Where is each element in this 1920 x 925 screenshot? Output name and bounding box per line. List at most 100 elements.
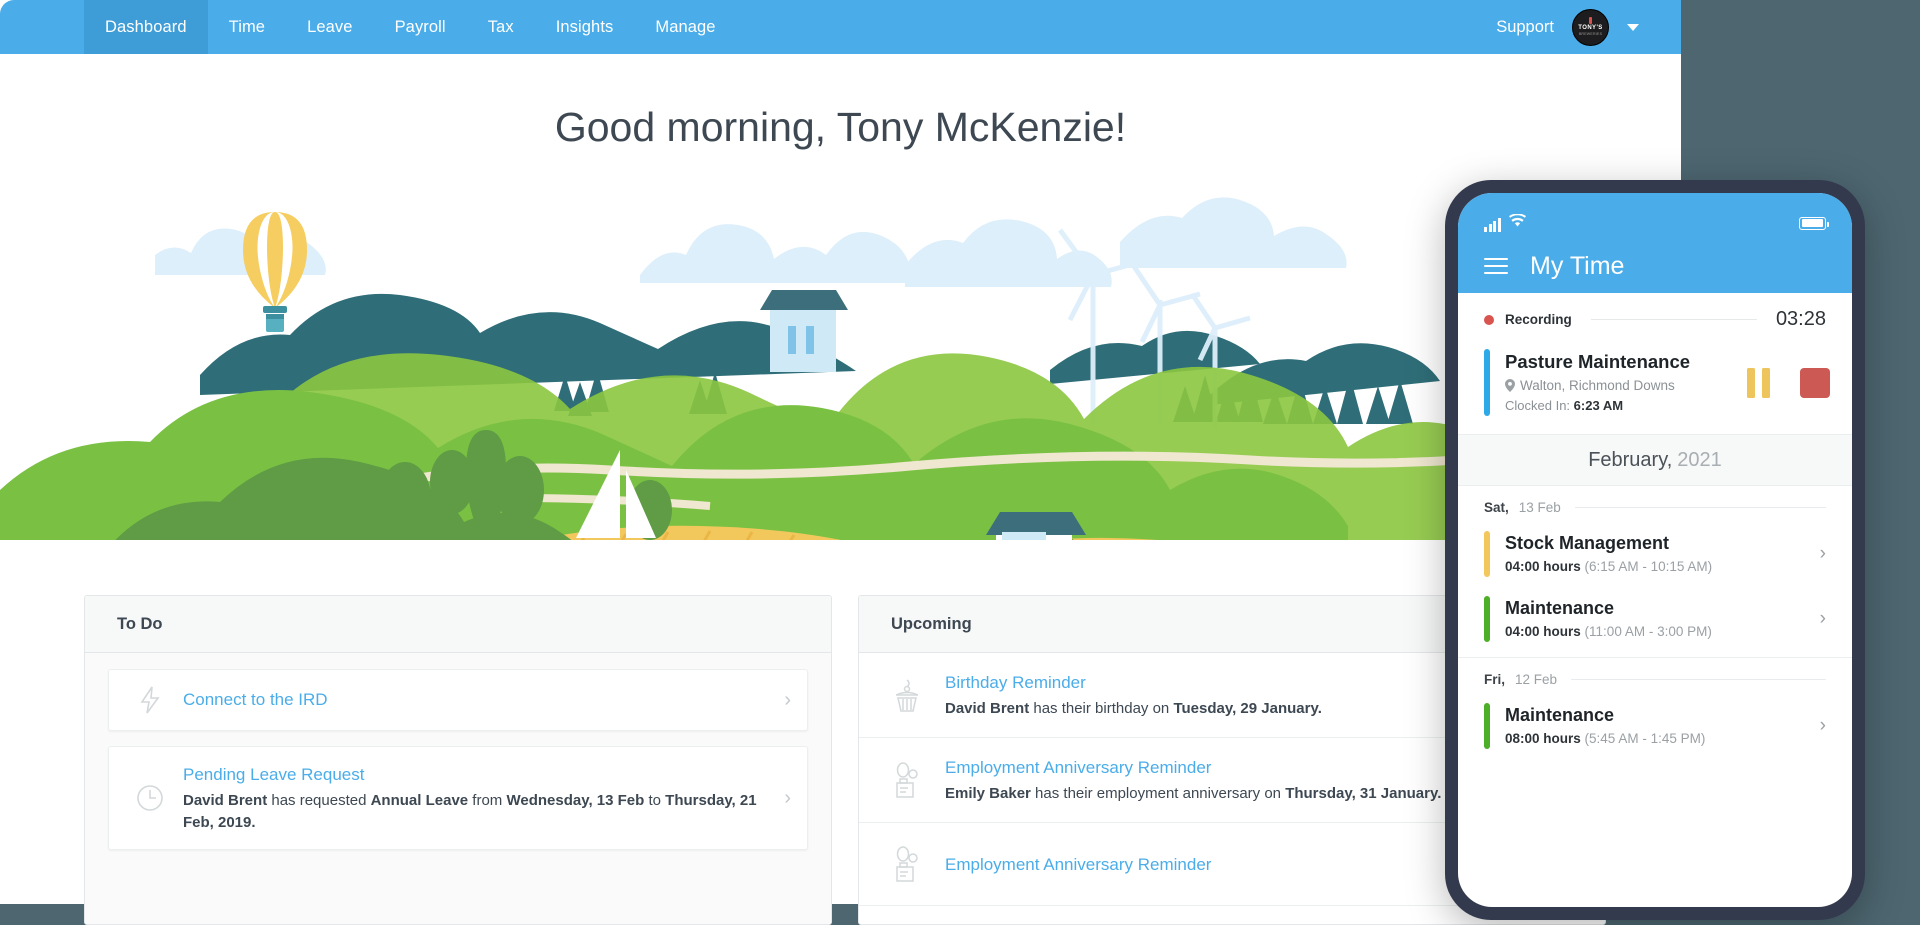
divider xyxy=(1571,679,1826,680)
lightning-icon xyxy=(129,685,171,715)
nav-item-tax[interactable]: Tax xyxy=(467,0,535,54)
day-header-sat: Sat, 13 Feb xyxy=(1458,486,1852,521)
entry-color-bar xyxy=(1484,703,1490,749)
entry-info: Maintenance 04:00 hours (11:00 AM - 3:00… xyxy=(1505,595,1820,642)
nav-label: Payroll xyxy=(395,18,446,37)
nav-item-time[interactable]: Time xyxy=(208,0,286,54)
phone-app-title: My Time xyxy=(1530,252,1624,281)
upcoming-item-description: Emily Baker has their employment anniver… xyxy=(945,782,1441,805)
nav-label: Leave xyxy=(307,18,352,37)
pause-button[interactable] xyxy=(1747,368,1770,398)
recording-label: Recording xyxy=(1505,312,1572,327)
chevron-right-icon: › xyxy=(1820,608,1826,630)
upcoming-item-text: Birthday Reminder David Brent has their … xyxy=(929,670,1322,720)
avatar[interactable]: TONY'S BREWERIES xyxy=(1572,9,1609,46)
nav-label: Dashboard xyxy=(105,18,187,37)
todo-item-title: Connect to the IRD xyxy=(183,688,771,712)
chevron-right-icon: › xyxy=(1820,543,1826,565)
year-label: 2021 xyxy=(1677,449,1722,472)
chevron-right-icon: › xyxy=(771,689,791,712)
clock-icon xyxy=(129,784,171,812)
location-pin-icon xyxy=(1505,379,1515,392)
entry-range: (6:15 AM - 10:15 AM) xyxy=(1585,559,1713,574)
month-header: February, 2021 xyxy=(1458,434,1852,486)
entry-range: (11:00 AM - 3:00 PM) xyxy=(1585,624,1712,639)
phone-screen: My Time Recording 03:28 Pasture Maintena… xyxy=(1458,193,1852,907)
todo-item-pending-leave[interactable]: Pending Leave Request David Brent has re… xyxy=(108,746,808,850)
upcoming-item-title: Employment Anniversary Reminder xyxy=(945,755,1441,780)
todo-item-title: Pending Leave Request xyxy=(183,763,771,787)
todo-list: Connect to the IRD › Pending Leave Reque… xyxy=(85,653,831,925)
active-task-info: Pasture Maintenance Walton, Richmond Dow… xyxy=(1505,349,1747,416)
nav-item-dashboard[interactable]: Dashboard xyxy=(84,0,208,54)
todo-item-text: Connect to the IRD xyxy=(171,688,771,712)
stop-button[interactable] xyxy=(1800,368,1830,398)
time-entry-maintenance-sat[interactable]: Maintenance 04:00 hours (11:00 AM - 3:00… xyxy=(1458,586,1852,651)
active-task-title: Pasture Maintenance xyxy=(1505,349,1747,375)
phone-app-bar: My Time xyxy=(1458,239,1852,293)
badge-person-icon xyxy=(885,846,929,882)
landscape-illustration xyxy=(0,190,1681,540)
hot-air-balloon xyxy=(243,212,307,332)
clocked-in-value: 6:23 AM xyxy=(1574,398,1623,413)
nav-label: Tax xyxy=(488,18,514,37)
chevron-right-icon: › xyxy=(1820,715,1826,737)
entry-range: (5:45 AM - 1:45 PM) xyxy=(1585,731,1706,746)
phone-mockup: My Time Recording 03:28 Pasture Maintena… xyxy=(1445,180,1865,920)
time-entry-stock-management[interactable]: Stock Management 04:00 hours (6:15 AM - … xyxy=(1458,521,1852,586)
nav-label: Manage xyxy=(655,18,715,37)
status-left-icons xyxy=(1484,214,1526,232)
nav-item-insights[interactable]: Insights xyxy=(535,0,635,54)
nav-label: Time xyxy=(229,18,265,37)
chevron-right-icon: › xyxy=(771,787,791,810)
todo-card: To Do Connect to the IRD › xyxy=(84,595,832,925)
house-hillside xyxy=(760,290,848,372)
day-date: 12 Feb xyxy=(1515,672,1557,687)
entry-subtitle: 04:00 hours (6:15 AM - 10:15 AM) xyxy=(1505,556,1820,577)
upcoming-item-title: Employment Anniversary Reminder xyxy=(945,852,1211,877)
page-title: Good morning, Tony McKenzie! xyxy=(0,104,1681,151)
nav-right-group: Support TONY'S BREWERIES xyxy=(1496,0,1681,54)
todo-item-connect-ird[interactable]: Connect to the IRD › xyxy=(108,669,808,731)
avatar-brand: TONY'S xyxy=(1578,25,1602,32)
top-navigation-bar: Dashboard Time Leave Payroll Tax Insight… xyxy=(0,0,1681,54)
entry-title: Stock Management xyxy=(1505,530,1820,556)
hamburger-menu-icon[interactable] xyxy=(1484,253,1508,279)
nav-item-manage[interactable]: Manage xyxy=(634,0,736,54)
clocked-in-label: Clocked In: xyxy=(1505,398,1570,413)
recording-status-row: Recording 03:28 xyxy=(1458,293,1852,343)
entry-color-bar xyxy=(1484,531,1490,577)
upcoming-item-title: Birthday Reminder xyxy=(945,670,1322,695)
active-task-location-text: Walton, Richmond Downs xyxy=(1520,375,1675,396)
upcoming-item-text: Employment Anniversary Reminder Emily Ba… xyxy=(929,755,1441,805)
upcoming-item-text: Employment Anniversary Reminder xyxy=(929,852,1211,877)
cupcake-icon xyxy=(885,677,929,713)
phone-status-bar xyxy=(1458,193,1852,239)
divider xyxy=(1591,319,1757,320)
day-of-week: Fri, xyxy=(1484,672,1505,687)
support-link[interactable]: Support xyxy=(1496,18,1554,37)
time-entry-maintenance-fri[interactable]: Maintenance 08:00 hours (5:45 AM - 1:45 … xyxy=(1458,693,1852,758)
nav-item-payroll[interactable]: Payroll xyxy=(374,0,467,54)
bottle-icon xyxy=(1589,17,1592,24)
entry-hours: 04:00 hours xyxy=(1505,624,1581,639)
todo-item-text: Pending Leave Request David Brent has re… xyxy=(171,763,771,834)
nav-left-spacer xyxy=(0,0,84,54)
entry-color-bar xyxy=(1484,596,1490,642)
entry-hours: 04:00 hours xyxy=(1505,559,1581,574)
chevron-down-icon[interactable] xyxy=(1627,24,1639,31)
active-task-location: Walton, Richmond Downs xyxy=(1505,375,1747,396)
recording-elapsed-time: 03:28 xyxy=(1776,308,1826,331)
avatar-brand-sub: BREWERIES xyxy=(1579,32,1602,37)
cellular-signal-icon xyxy=(1484,218,1501,232)
dashboard-page: Dashboard Time Leave Payroll Tax Insight… xyxy=(0,0,1681,904)
entry-info: Maintenance 08:00 hours (5:45 AM - 1:45 … xyxy=(1505,702,1820,749)
entry-title: Maintenance xyxy=(1505,702,1820,728)
todo-card-title: To Do xyxy=(85,596,831,653)
entry-info: Stock Management 04:00 hours (6:15 AM - … xyxy=(1505,530,1820,577)
entry-title: Maintenance xyxy=(1505,595,1820,621)
active-timer-card[interactable]: Pasture Maintenance Walton, Richmond Dow… xyxy=(1458,343,1852,434)
nav-item-leave[interactable]: Leave xyxy=(286,0,373,54)
day-of-week: Sat, xyxy=(1484,500,1509,515)
entry-subtitle: 04:00 hours (11:00 AM - 3:00 PM) xyxy=(1505,621,1820,642)
